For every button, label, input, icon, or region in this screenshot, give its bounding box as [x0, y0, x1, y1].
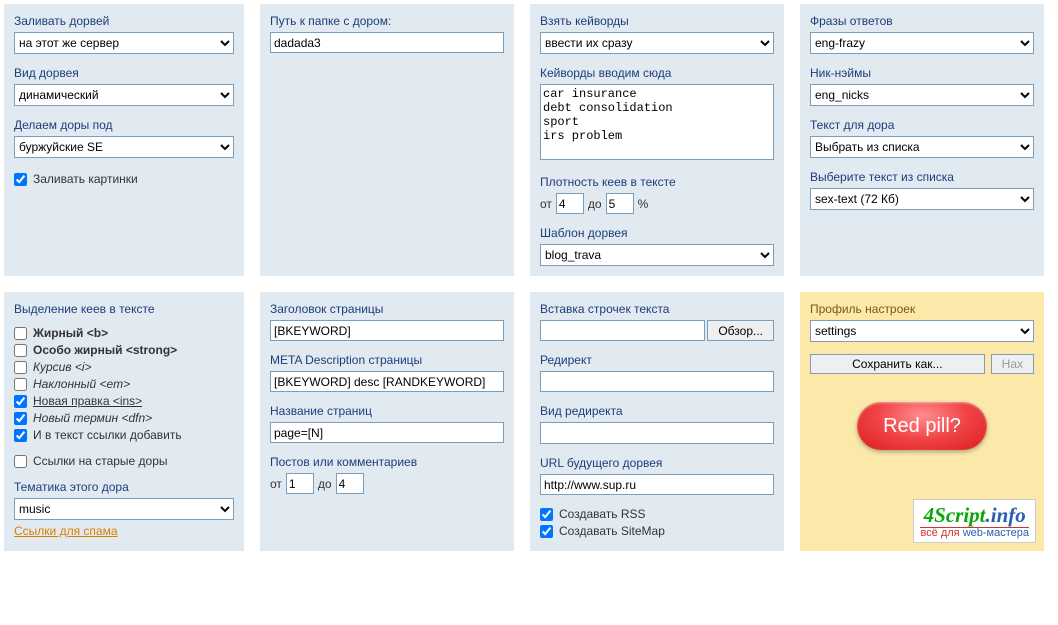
type-label: Вид дорвея — [14, 66, 234, 80]
name-label: Название страниц — [270, 404, 504, 418]
density-from-label: от — [540, 197, 552, 211]
opt-em-label: Наклонный <em> — [33, 377, 130, 391]
opt-strong-checkbox[interactable] — [14, 344, 27, 357]
nicks-label: Ник-нэймы — [810, 66, 1034, 80]
panel-keywords: Взять кейворды ввести их сразу Кейворды … — [530, 4, 784, 276]
logo-sub1: всё для — [920, 527, 962, 539]
topic-label: Тематика этого дора — [14, 480, 234, 494]
upload-label: Заливать дорвей — [14, 14, 234, 28]
title-input[interactable] — [270, 320, 504, 341]
density-to-input[interactable] — [606, 193, 634, 214]
phrases-select[interactable]: eng-frazy — [810, 32, 1034, 54]
opt-em-checkbox[interactable] — [14, 378, 27, 391]
opt-links-label: И в текст ссылки добавить — [33, 428, 182, 442]
rss-checkbox[interactable] — [540, 508, 553, 521]
posts-from-input[interactable] — [286, 473, 314, 494]
posts-to-label: до — [318, 477, 332, 491]
redirect-label: Редирект — [540, 353, 774, 367]
images-checkbox-label: Заливать картинки — [33, 172, 138, 186]
url-input[interactable] — [540, 474, 774, 495]
meta-input[interactable] — [270, 371, 504, 392]
red-pill-button[interactable]: Red pill? — [857, 402, 987, 450]
sitemap-label: Создавать SiteMap — [559, 524, 665, 538]
opt-dfn-label: Новый термин <dfn> — [33, 411, 152, 425]
path-label: Путь к папке с дором: — [270, 14, 504, 28]
opt-italic-label: Курсив <i> — [33, 360, 92, 374]
panel-inserts: Вставка строчек текста Обзор... Редирект… — [530, 292, 784, 551]
opt-oldlinks-label: Ссылки на старые доры — [33, 454, 168, 468]
profile-select[interactable]: settings — [810, 320, 1034, 342]
panel-path: Путь к папке с дором: — [260, 4, 514, 276]
tpl-label: Шаблон дорвея — [540, 226, 774, 240]
pick-label: Выберите текст из списка — [810, 170, 1034, 184]
nah-button[interactable]: Нах — [991, 354, 1034, 374]
url-label: URL будущего дорвея — [540, 456, 774, 470]
enter-label: Кейворды вводим сюда — [540, 66, 774, 80]
logo-4script: 4Script.info всё для web-мастера — [913, 499, 1036, 543]
panel-key-highlight: Выделение кеев в тексте Жирный <b> Особо… — [4, 292, 244, 551]
sitemap-checkbox[interactable] — [540, 525, 553, 538]
for-select[interactable]: буржуйские SE — [14, 136, 234, 158]
type-select[interactable]: динамический — [14, 84, 234, 106]
highlight-heading: Выделение кеев в тексте — [14, 302, 234, 316]
profile-label: Профиль настроек — [810, 302, 1034, 316]
keywords-textarea[interactable]: car insurance debt consolidation sport i… — [540, 84, 774, 160]
images-checkbox[interactable] — [14, 173, 27, 186]
opt-bold-checkbox[interactable] — [14, 327, 27, 340]
nicks-select[interactable]: eng_nicks — [810, 84, 1034, 106]
save-as-button[interactable]: Сохранить как... — [810, 354, 985, 374]
name-input[interactable] — [270, 422, 504, 443]
title-label: Заголовок страницы — [270, 302, 504, 316]
meta-label: META Description страницы — [270, 353, 504, 367]
opt-strong-label: Особо жирный <strong> — [33, 343, 177, 357]
text-select[interactable]: Выбрать из списка — [810, 136, 1034, 158]
opt-links-checkbox[interactable] — [14, 429, 27, 442]
redirect-input[interactable] — [540, 371, 774, 392]
logo-text2: .info — [986, 503, 1026, 527]
posts-label: Постов или комментариев — [270, 455, 504, 469]
take-label: Взять кейворды — [540, 14, 774, 28]
take-select[interactable]: ввести их сразу — [540, 32, 774, 54]
panel-upload-settings: Заливать дорвей на этот же сервер Вид до… — [4, 4, 244, 276]
insert-input[interactable] — [540, 320, 705, 341]
density-from-input[interactable] — [556, 193, 584, 214]
insert-label: Вставка строчек текста — [540, 302, 774, 316]
path-input[interactable] — [270, 32, 504, 53]
density-pct: % — [638, 197, 649, 211]
panel-text-sources: Фразы ответов eng-frazy Ник-нэймы eng_ni… — [800, 4, 1044, 276]
redtype-select[interactable]: Обычный JS — [540, 422, 774, 444]
posts-from-label: от — [270, 477, 282, 491]
opt-ins-checkbox[interactable] — [14, 395, 27, 408]
tpl-select[interactable]: blog_trava — [540, 244, 774, 266]
spam-links-link[interactable]: Ссылки для спама — [14, 524, 118, 538]
panel-profile: Профиль настроек settings Сохранить как.… — [800, 292, 1044, 551]
opt-oldlinks-checkbox[interactable] — [14, 455, 27, 468]
panel-page-fields: Заголовок страницы META Description стра… — [260, 292, 514, 551]
opt-ins-label: Новая правка <ins> — [33, 394, 142, 408]
topic-select[interactable]: music — [14, 498, 234, 520]
redtype-label: Вид редиректа — [540, 404, 774, 418]
pick-select[interactable]: sex-text (72 Кб) — [810, 188, 1034, 210]
phrases-label: Фразы ответов — [810, 14, 1034, 28]
posts-to-input[interactable] — [336, 473, 364, 494]
opt-bold-label: Жирный <b> — [33, 326, 108, 340]
logo-text1: 4Script — [924, 503, 986, 527]
density-to-label: до — [588, 197, 602, 211]
rss-label: Создавать RSS — [559, 507, 646, 521]
upload-select[interactable]: на этот же сервер — [14, 32, 234, 54]
text-label: Текст для дора — [810, 118, 1034, 132]
logo-sub2: web-мастера — [963, 527, 1029, 539]
opt-italic-checkbox[interactable] — [14, 361, 27, 374]
browse-button[interactable]: Обзор... — [707, 320, 774, 341]
for-label: Делаем доры под — [14, 118, 234, 132]
density-label: Плотность кеев в тексте — [540, 175, 774, 189]
opt-dfn-checkbox[interactable] — [14, 412, 27, 425]
